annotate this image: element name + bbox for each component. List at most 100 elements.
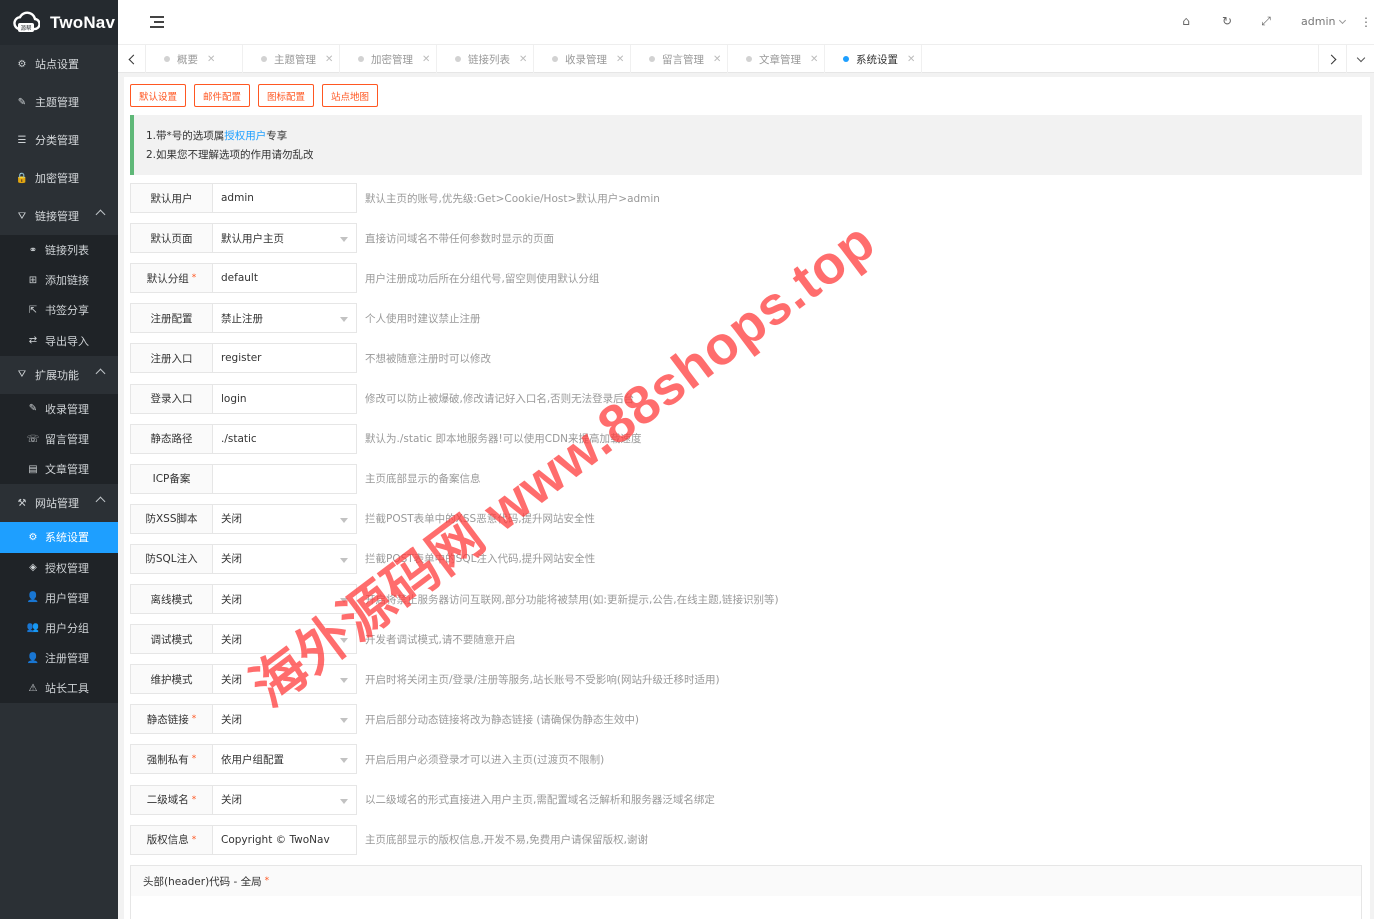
sidebar-group-folder-open[interactable]: ⛛ 链接管理 (0, 197, 118, 235)
dropdown-arrow-icon (340, 678, 348, 684)
sidebar-label: 分类管理 (35, 134, 79, 147)
field-input[interactable]: admin (213, 183, 357, 213)
tab-2[interactable]: 加密管理 ✕ (340, 45, 437, 73)
list-icon: ☰ (17, 134, 27, 146)
notice-box: 1.带*号的选项属授权用户专享 2.如果您不理解选项的作用请勿乱改 (130, 115, 1362, 175)
tab-options-button[interactable] (1346, 45, 1374, 73)
field-select[interactable]: 禁止注册 (213, 303, 357, 334)
tab-label: 概要 (177, 53, 198, 66)
sidebar-label: 导出导入 (45, 334, 89, 348)
settings-button-0[interactable]: 默认设置 (130, 84, 187, 107)
tab-3[interactable]: 链接列表 ✕ (437, 45, 534, 73)
form-row: 版权信息 * Copyright © TwoNav 主页底部显示的版权信息,开发不易,… (130, 824, 648, 855)
sidebar-group-list[interactable]: ☰ 分类管理 (0, 121, 118, 159)
sidebar-item-pencil[interactable]: ✎ 收录管理 (0, 394, 118, 424)
sidebar-label: 用户分组 (45, 621, 89, 635)
sidebar-label: 站长工具 (45, 682, 89, 696)
folder-open-icon: ⛛ (17, 369, 27, 381)
tab-1[interactable]: 主题管理 ✕ (243, 45, 340, 73)
logo[interactable]: 源帮 TwoNav (0, 0, 118, 45)
tab-label: 链接列表 (468, 53, 510, 66)
form-row: ICP备案 主页底部显示的备案信息 (130, 463, 481, 494)
close-icon[interactable]: ✕ (422, 54, 430, 65)
settings-button-1[interactable]: 邮件配置 (194, 84, 251, 107)
settings-button-3[interactable]: 站点地图 (322, 84, 379, 107)
sidebar-item-users[interactable]: 👥 用户分组 (0, 613, 118, 643)
field-label: 调试模式 (130, 624, 213, 655)
sidebar-item-file[interactable]: ▤ 文章管理 (0, 454, 118, 484)
sidebar-item-cogs[interactable]: ⚙ 系统设置 (0, 522, 118, 553)
form-row: 强制私有 * 依用户组配置 开启后用户必须登录才可以进入主页(过渡页不限制) (130, 744, 605, 775)
field-select[interactable]: 关闭 (213, 664, 357, 695)
folder-open-icon: ⛛ (17, 210, 27, 222)
close-icon[interactable]: ✕ (713, 54, 721, 65)
field-select[interactable]: 关闭 (213, 624, 357, 655)
cogs-icon: ⚙ (28, 531, 38, 543)
sidebar-item-link[interactable]: ⚭ 链接列表 (0, 235, 118, 265)
tab-5[interactable]: 留言管理 ✕ (631, 45, 728, 73)
field-label: 版权信息 * (130, 824, 213, 855)
close-icon[interactable]: ✕ (207, 54, 215, 65)
more-vertical-icon[interactable]: ⋮ (1360, 15, 1372, 29)
sidebar-group-brush[interactable]: ✎ 主题管理 (0, 83, 118, 121)
tab-4[interactable]: 收录管理 ✕ (534, 45, 631, 73)
sidebar-item-user-plus[interactable]: 👤 注册管理 (0, 643, 118, 673)
diamond-icon: ◈ (29, 562, 37, 574)
tab-label: 文章管理 (759, 53, 801, 66)
field-label: 强制私有 * (130, 744, 213, 775)
tab-0[interactable]: 概要 ✕ (146, 45, 243, 73)
field-select[interactable]: 默认用户主页 (213, 223, 357, 254)
menu-toggle-icon[interactable] (150, 16, 164, 28)
sidebar-label: 主题管理 (35, 96, 79, 109)
field-label: 维护模式 (130, 664, 213, 695)
field-input[interactable]: register (213, 343, 357, 374)
field-input[interactable]: ./static (213, 423, 357, 454)
tab-scroll-left-button[interactable] (118, 45, 146, 73)
field-input[interactable]: Copyright © TwoNav (213, 824, 357, 855)
field-input[interactable]: default (213, 263, 357, 294)
fullscreen-icon[interactable]: ⤢ (1259, 14, 1273, 28)
tab-7[interactable]: 系统设置 ✕ (825, 45, 922, 73)
field-select[interactable]: 关闭 (213, 503, 357, 534)
field-hint: 拦截POST表单中的SQL注入代码,提升网站安全性 (365, 553, 596, 566)
field-hint: 拦截POST表单中的XSS恶意代码,提升网站安全性 (365, 513, 596, 526)
chevron-right-icon (1326, 54, 1336, 64)
close-icon[interactable]: ✕ (907, 54, 915, 65)
field-input[interactable] (213, 463, 357, 494)
home-icon[interactable]: ⌂ (1179, 14, 1193, 28)
sidebar-item-diamond[interactable]: ◈ 授权管理 (0, 553, 118, 583)
required-mark: * (264, 876, 270, 886)
sidebar-label: 用户管理 (45, 591, 89, 605)
field-select[interactable]: 关闭 (213, 784, 357, 815)
refresh-icon[interactable]: ↻ (1220, 14, 1234, 28)
sidebar-label: 书签分享 (45, 304, 89, 318)
sidebar-group-lock[interactable]: 🔒 加密管理 (0, 159, 118, 197)
sidebar-label: 加密管理 (35, 172, 79, 185)
close-icon[interactable]: ✕ (325, 54, 333, 65)
sidebar-item-user[interactable]: 👤 用户管理 (0, 583, 118, 613)
field-hint: 开启后用户必须登录才可以进入主页(过渡页不限制) (365, 753, 605, 766)
sidebar-group-wrench[interactable]: ⚒ 网站管理 (0, 484, 118, 522)
settings-button-2[interactable]: 图标配置 (258, 84, 315, 107)
user-menu[interactable]: admin (1301, 15, 1347, 28)
sidebar-item-retweet[interactable]: ⇄ 导出导入 (0, 326, 118, 356)
field-select[interactable]: 依用户组配置 (213, 744, 357, 775)
sidebar-item-warning[interactable]: ⚠ 站长工具 (0, 673, 118, 703)
tab-6[interactable]: 文章管理 ✕ (728, 45, 825, 73)
sidebar-label: 链接列表 (45, 244, 89, 258)
field-select[interactable]: 关闭 (213, 543, 357, 574)
sidebar-group-gear[interactable]: ⚙ 站点设置 (0, 45, 118, 83)
close-icon[interactable]: ✕ (616, 54, 624, 65)
field-input[interactable]: login (213, 383, 357, 414)
authorized-user-link[interactable]: 授权用户 (224, 130, 266, 142)
tab-scroll-right-button[interactable] (1318, 45, 1346, 73)
header-code-textarea[interactable] (130, 896, 1362, 919)
sidebar-item-plus-square[interactable]: ⊞ 添加链接 (0, 265, 118, 295)
close-icon[interactable]: ✕ (519, 54, 527, 65)
close-icon[interactable]: ✕ (810, 54, 818, 65)
sidebar-item-comment[interactable]: ☏ 留言管理 (0, 424, 118, 454)
sidebar-item-external-link[interactable]: ⇱ 书签分享 (0, 295, 118, 325)
field-select[interactable]: 关闭 (213, 584, 357, 614)
field-select[interactable]: 关闭 (213, 704, 357, 735)
sidebar-group-folder-open[interactable]: ⛛ 扩展功能 (0, 356, 118, 394)
